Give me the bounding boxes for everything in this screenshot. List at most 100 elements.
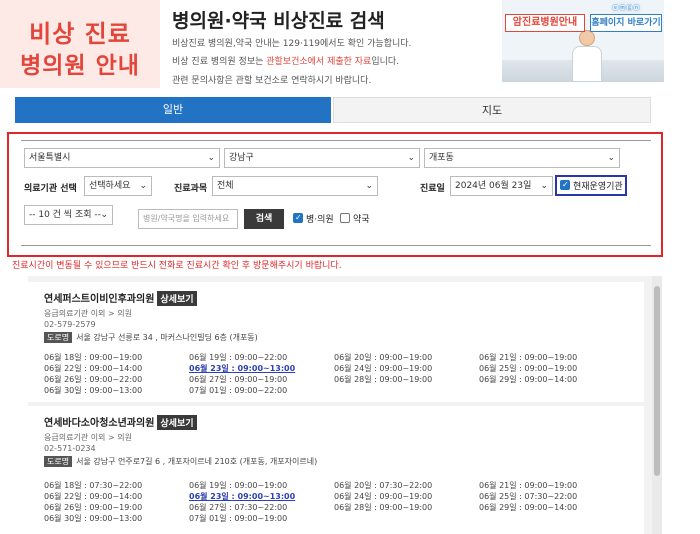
doctor-coat bbox=[572, 46, 602, 82]
result-phone: 02-579-2579 bbox=[44, 320, 96, 329]
result-name: 연세퍼스트이비인후과의원 상세보기 bbox=[44, 290, 197, 306]
chevron-down-icon: ⌄ bbox=[207, 153, 215, 163]
schedule-cell: 06월 27일 : 07:30~22:00 bbox=[189, 503, 288, 512]
schedule-cell: 06월 26일 : 09:00~22:00 bbox=[44, 375, 143, 384]
header-desc-2-post: 입니다. bbox=[371, 57, 400, 67]
schedule-cell: 06월 27일 : 09:00~19:00 bbox=[189, 375, 288, 384]
institution-label: 의료기관 선택 bbox=[24, 184, 77, 194]
result-phone: 02-571-0234 bbox=[44, 444, 96, 453]
chevron-down-icon: ⌄ bbox=[540, 181, 548, 191]
detail-button[interactable]: 상세보기 bbox=[157, 415, 197, 430]
schedule-cell: 06월 28일 : 09:00~19:00 bbox=[334, 503, 433, 512]
schedule-cell: 06월 30일 : 09:00~13:00 bbox=[44, 514, 143, 523]
region-city-select[interactable]: 서울특별시 ⌄ bbox=[24, 148, 220, 168]
emergency-logo-icon: ⓔⓜⓖⓝ bbox=[610, 2, 642, 14]
result-address: 도로명 서울 강남구 언주로7길 6 , 개포자이르네 210호 (개포동, 개포… bbox=[44, 456, 317, 467]
region-dong-value: 개포동 bbox=[429, 153, 454, 163]
detail-button[interactable]: 상세보기 bbox=[157, 291, 197, 306]
region-dong-select[interactable]: 개포동 ⌄ bbox=[424, 148, 620, 168]
schedule-cell-today[interactable]: 06월 23일 : 09:00~13:00 bbox=[189, 491, 295, 502]
header-desc-1: 비상진료 병의원,약국 안내는 129·119에서도 확인 가능합니다. bbox=[172, 39, 412, 49]
schedule-cell: 06월 25일 : 09:00~19:00 bbox=[479, 364, 578, 373]
hospital-checkbox[interactable]: 병·의원 bbox=[293, 212, 334, 226]
region-city-value: 서울특별시 bbox=[29, 153, 71, 163]
schedule-cell: 06월 24일 : 09:00~19:00 bbox=[334, 492, 433, 501]
current-operating-checkbox[interactable]: 현재운영기관 bbox=[560, 179, 623, 193]
result-name-text[interactable]: 연세바다소아청소년과의원 bbox=[44, 418, 154, 429]
homepage-button[interactable]: 홈페이지 바로가기 bbox=[590, 14, 662, 32]
chevron-down-icon: ⌄ bbox=[407, 153, 415, 163]
page-size-select[interactable]: -- 10 건 씩 조회 -- ⌄ bbox=[24, 205, 113, 225]
schedule-cell: 06월 21일 : 09:00~19:00 bbox=[479, 353, 578, 362]
header-desc-2-red: 관할보건소에서 제출한 자료 bbox=[266, 57, 372, 67]
pharmacy-checkbox[interactable]: 약국 bbox=[340, 213, 370, 226]
result-address-text: 서울 강남구 언주로7길 6 , 개포자이르네 210호 (개포동, 개포자이르… bbox=[76, 457, 318, 466]
current-operating-label: 현재운영기관 bbox=[573, 182, 623, 192]
header-desc-3: 관련 문의사항은 관할 보건소로 연락하시기 바랍니다. bbox=[172, 76, 372, 86]
chevron-down-icon: ⌄ bbox=[365, 181, 373, 191]
schedule-cell: 06월 25일 : 07:30~22:00 bbox=[479, 492, 578, 501]
date-value: 2024년 06월 23일 bbox=[455, 181, 532, 191]
banner: 비상 진료 병의원 안내 bbox=[0, 0, 160, 88]
schedule-cell: 07월 01일 : 09:00~22:00 bbox=[189, 386, 288, 395]
search-button[interactable]: 검색 bbox=[244, 209, 284, 229]
tab-map[interactable]: 지도 bbox=[333, 97, 651, 123]
institution-select[interactable]: 선택하세요 ⌄ bbox=[84, 176, 152, 196]
notice-text: 진료시간이 변동될 수 있으므로 반드시 전화로 진료시간 확인 후 방문해주시… bbox=[12, 261, 342, 271]
schedule-cell: 06월 20일 : 07:30~22:00 bbox=[334, 481, 433, 490]
schedule-cell: 06월 30일 : 09:00~13:00 bbox=[44, 386, 143, 395]
page-size-value: -- 10 건 씩 조회 -- bbox=[29, 210, 101, 220]
schedule-cell: 07월 01일 : 09:00~19:00 bbox=[189, 514, 288, 523]
schedule-cell: 06월 24일 : 09:00~19:00 bbox=[334, 364, 433, 373]
result-category: 응급의료기관 이외 > 의원 bbox=[44, 433, 132, 442]
scrollbar-thumb[interactable] bbox=[654, 286, 660, 476]
schedule-cell: 06월 29일 : 09:00~14:00 bbox=[479, 503, 578, 512]
doctor-head bbox=[579, 30, 595, 46]
banner-line1: 비상 진료 bbox=[29, 20, 131, 48]
schedule-cell-today[interactable]: 06월 23일 : 09:00~13:00 bbox=[189, 363, 295, 374]
date-select[interactable]: 2024년 06월 23일 ⌄ bbox=[450, 176, 553, 196]
tab-general[interactable]: 일반 bbox=[15, 97, 331, 123]
result-name-text[interactable]: 연세퍼스트이비인후과의원 bbox=[44, 294, 154, 305]
chevron-down-icon: ⌄ bbox=[607, 153, 615, 163]
institution-value: 선택하세요 bbox=[89, 181, 131, 191]
checkbox-unchecked-icon bbox=[340, 213, 350, 223]
schedule-cell: 06월 22일 : 09:00~14:00 bbox=[44, 364, 143, 373]
road-badge: 도로명 bbox=[44, 456, 73, 467]
schedule-cell: 06월 18일 : 09:00~19:00 bbox=[44, 353, 143, 362]
result-card: 연세바다소아청소년과의원 상세보기 응급의료기관 이외 > 의원 02-571-0… bbox=[28, 406, 644, 534]
cancer-hospital-button[interactable]: 암진료병원안내 bbox=[505, 14, 585, 32]
schedule-cell: 06월 22일 : 09:00~14:00 bbox=[44, 492, 143, 501]
schedule-cell: 06월 26일 : 09:00~19:00 bbox=[44, 503, 143, 512]
name-search-input[interactable]: 병원/약국명을 입력하세요 bbox=[138, 209, 238, 229]
header-desc-2: 비상 진료 병의원 정보는 관할보건소에서 제출한 자료입니다. bbox=[172, 54, 399, 67]
department-select[interactable]: 전체 ⌄ bbox=[212, 176, 378, 196]
result-name: 연세바다소아청소년과의원 상세보기 bbox=[44, 414, 197, 430]
date-label: 진료일 bbox=[420, 184, 445, 194]
header-desc-2-pre: 비상 진료 병의원 정보는 bbox=[172, 57, 267, 67]
result-address: 도로명 서울 강남구 선릉로 34 , 마커스나인빌딩 6층 (개포동) bbox=[44, 332, 258, 343]
road-badge: 도로명 bbox=[44, 332, 73, 343]
hospital-label: 병·의원 bbox=[306, 215, 334, 225]
checkbox-checked-icon bbox=[293, 212, 303, 224]
department-label: 진료과목 bbox=[174, 184, 208, 194]
result-card: 연세퍼스트이비인후과의원 상세보기 응급의료기관 이외 > 의원 02-579-2… bbox=[28, 282, 644, 402]
result-address-text: 서울 강남구 선릉로 34 , 마커스나인빌딩 6층 (개포동) bbox=[76, 333, 258, 342]
schedule-cell: 06월 19일 : 09:00~22:00 bbox=[189, 353, 288, 362]
schedule-cell: 06월 19일 : 09:00~19:00 bbox=[189, 481, 288, 490]
schedule-cell: 06월 29일 : 09:00~14:00 bbox=[479, 375, 578, 384]
region-district-value: 강남구 bbox=[229, 153, 254, 163]
chevron-down-icon: ⌄ bbox=[139, 181, 147, 191]
result-category: 응급의료기관 이외 > 의원 bbox=[44, 309, 132, 318]
schedule-cell: 06월 20일 : 09:00~19:00 bbox=[334, 353, 433, 362]
region-district-select[interactable]: 강남구 ⌄ bbox=[224, 148, 420, 168]
chevron-down-icon: ⌄ bbox=[100, 210, 108, 220]
department-value: 전체 bbox=[217, 181, 234, 191]
page-header: 비상 진료 병의원 안내 병의원·약국 비상진료 검색 비상진료 병의원,약국 … bbox=[0, 0, 700, 88]
banner-line2: 병의원 안내 bbox=[20, 53, 140, 79]
pharmacy-label: 약국 bbox=[353, 215, 370, 225]
page-title: 병의원·약국 비상진료 검색 bbox=[172, 10, 385, 32]
schedule-cell: 06월 28일 : 09:00~19:00 bbox=[334, 375, 433, 384]
doctor-illustration bbox=[572, 30, 602, 82]
schedule-cell: 06월 21일 : 09:00~19:00 bbox=[479, 481, 578, 490]
